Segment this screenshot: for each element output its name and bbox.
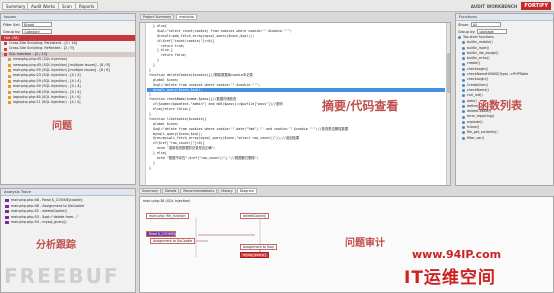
issue-tabs: Summary Details Recommendations History …	[139, 188, 459, 196]
issue-audit-annotation: 问题审计	[345, 238, 385, 249]
show-select[interactable]: All	[470, 22, 501, 27]
filter-select[interactable]: Broad	[22, 22, 53, 27]
severity-icon	[8, 96, 11, 100]
severity-icon	[8, 69, 11, 73]
filter-row: Filter Set: Broad	[1, 21, 135, 28]
editor-tabs: Project Summary mainphp	[140, 14, 450, 22]
function-icon	[462, 99, 465, 103]
trace-step-icon	[5, 204, 9, 208]
function-icon	[458, 36, 461, 40]
trace-label: mainphp.php:54 - mysql_query()	[11, 220, 67, 224]
function-icon	[462, 78, 465, 82]
brand-text: AUDIT WORKBENCH	[470, 3, 518, 9]
trace-annotation: 分析跟踪	[36, 240, 76, 251]
issues-panel-title: Issues	[1, 14, 135, 21]
tab-issue-recommendations[interactable]: Recommendations	[180, 188, 218, 194]
function-icon	[462, 73, 465, 77]
tab-issue-summary[interactable]: Summary	[139, 188, 161, 194]
severity-icon	[4, 52, 7, 56]
function-group-label: Group by:	[458, 29, 476, 34]
tab-scan[interactable]: Scan	[58, 2, 76, 10]
function-icon	[462, 52, 465, 56]
freebuf-watermark: FREEBUF	[4, 264, 120, 288]
function-icon	[462, 115, 465, 119]
show-label: Show:	[458, 22, 469, 27]
graph-node-assign-sql[interactable]: Assignment to $sql	[240, 244, 277, 250]
function-list: Top-level functions builtin_mobile() built…	[456, 35, 553, 141]
function-list-item[interactable]: filter_var()	[456, 136, 553, 141]
severity-icon	[8, 90, 11, 94]
code-area: } else{ $sql="select count(cookie) from …	[147, 24, 445, 171]
code-line[interactable]: }	[147, 166, 445, 171]
severity-icon	[8, 58, 11, 62]
editor-annotation: 摘要/代码查看	[322, 99, 399, 113]
tab-audit-works[interactable]: Audit Works	[27, 2, 59, 10]
function-icon	[462, 62, 465, 66]
function-icon	[462, 120, 465, 124]
function-icon	[462, 67, 465, 71]
function-icon	[462, 46, 465, 50]
functions-panel-title: Functions	[456, 14, 553, 21]
trace-list: mainphp.php:48 - Read $_COOKIE[cookie] ma…	[1, 196, 135, 226]
function-icon	[462, 126, 465, 130]
function-icon	[462, 41, 465, 45]
severity-icon	[8, 85, 11, 89]
analysis-trace-title: Analysis Trace	[1, 189, 135, 196]
function-group-row: Group by: package	[456, 28, 553, 35]
tab-project-summary[interactable]: Project Summary	[140, 14, 175, 20]
issue-list-item[interactable]: loginphp.php:21 (SQL Injection) - [4 / 4…	[1, 100, 135, 105]
issues-panel: Issues Filter Set: Broad Group by: Categ…	[0, 13, 136, 185]
function-group-select[interactable]: package	[477, 29, 508, 34]
severity-icon	[4, 42, 7, 46]
graph-node-read[interactable]: Read $_COOKIE[cookie]	[146, 231, 187, 237]
tab-reports[interactable]: Reports	[75, 2, 99, 10]
filter-label: Filter Set:	[3, 22, 21, 27]
function-icon	[462, 83, 465, 87]
graph-node-sink[interactable]: mysql_query()	[240, 252, 269, 258]
function-icon	[462, 105, 465, 108]
graph-node-root[interactable]: main.php: file_function	[146, 213, 189, 219]
trace-item[interactable]: mainphp.php:54 - mysql_query()	[1, 220, 135, 226]
trace-step-icon	[5, 221, 9, 225]
trace-step-icon	[5, 199, 9, 203]
brand-area: AUDIT WORKBENCH FORTIFY	[404, 0, 554, 12]
editor-scrollbar[interactable]	[446, 23, 450, 185]
function-icon	[462, 57, 465, 61]
watermark-tagline: IT运维空间	[404, 268, 496, 288]
show-row: Show: All	[456, 21, 553, 28]
function-icon	[462, 89, 465, 93]
watermark-site: www.94IP.com	[412, 248, 502, 261]
function-icon	[462, 131, 465, 135]
group-by-select[interactable]: Category	[22, 29, 53, 34]
brand-logo: FORTIFY	[521, 2, 551, 10]
group-by-label: Group by:	[3, 29, 21, 34]
issue-label: loginphp.php:21 (SQL Injection) - [4 / 4…	[13, 100, 81, 105]
line-gutter	[140, 23, 146, 185]
issue-list: Cross-Site Scripting: Persistent - [2 / …	[1, 41, 135, 106]
severity-icon	[4, 47, 7, 51]
tab-issue-history[interactable]: History	[218, 188, 236, 194]
trace-step-icon	[5, 215, 9, 219]
trace-step-icon	[5, 210, 9, 214]
issues-annotation: 问题	[52, 121, 72, 132]
severity-icon	[8, 74, 11, 78]
severity-icon	[8, 63, 11, 67]
function-icon	[462, 110, 465, 114]
group-row: Group by: Category	[1, 28, 135, 35]
severity-icon	[8, 79, 11, 83]
function-label: filter_var()	[467, 135, 485, 140]
function-icon	[462, 94, 465, 98]
code-editor[interactable]: } else{ $sql="select count(cookie) from …	[139, 22, 451, 186]
functions-annotation: 函数列表	[478, 99, 522, 112]
editor-scroll-thumb[interactable]	[447, 53, 450, 93]
tab-issue-details[interactable]: Details	[161, 188, 180, 194]
graph-node-assign-cookie[interactable]: Assignment to $isCookie	[150, 238, 196, 244]
graph-node-call[interactable]: deleteCookie()	[240, 213, 270, 219]
function-icon	[462, 136, 465, 140]
tab-issue-diagram[interactable]: Diagram	[236, 188, 257, 194]
severity-icon	[8, 101, 11, 105]
tab-summary[interactable]: Summary	[2, 2, 30, 10]
tab-mainphp[interactable]: mainphp	[176, 14, 197, 20]
